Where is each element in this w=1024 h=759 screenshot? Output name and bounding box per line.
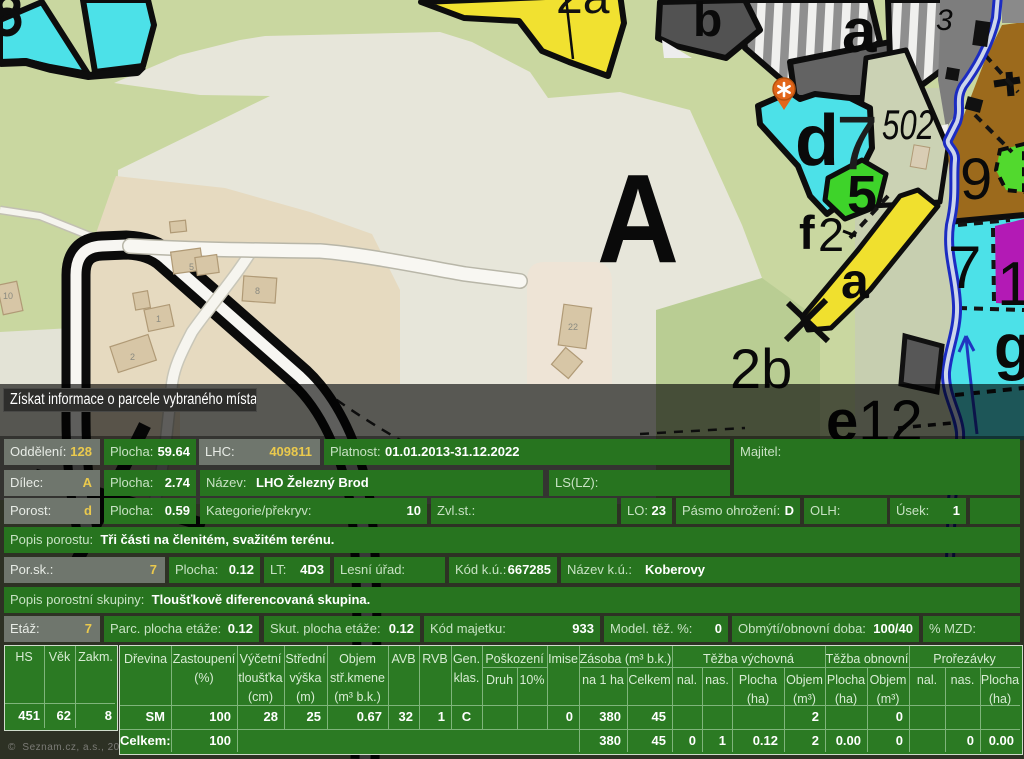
svg-text:7: 7 <box>948 234 981 301</box>
svg-text:d: d <box>795 101 839 181</box>
svg-text:502: 502 <box>882 101 934 148</box>
svg-text:A: A <box>597 148 679 289</box>
svg-text:13: 13 <box>997 250 1024 319</box>
svg-text:g: g <box>994 313 1024 382</box>
svg-text:3: 3 <box>936 4 953 37</box>
svg-text:2a: 2a <box>556 0 610 24</box>
svg-text:9: 9 <box>960 147 992 212</box>
svg-text:2: 2 <box>130 352 135 362</box>
svg-text:10: 10 <box>3 291 13 301</box>
svg-text:5: 5 <box>189 262 194 272</box>
svg-text:1: 1 <box>156 314 161 324</box>
svg-text:2: 2 <box>818 208 844 261</box>
svg-text:8: 8 <box>255 286 260 296</box>
svg-text:b: b <box>693 0 722 47</box>
svg-text:22: 22 <box>568 322 578 332</box>
svg-text:a: a <box>841 253 870 309</box>
svg-text:5: 5 <box>847 165 877 225</box>
svg-text:f: f <box>799 206 815 259</box>
